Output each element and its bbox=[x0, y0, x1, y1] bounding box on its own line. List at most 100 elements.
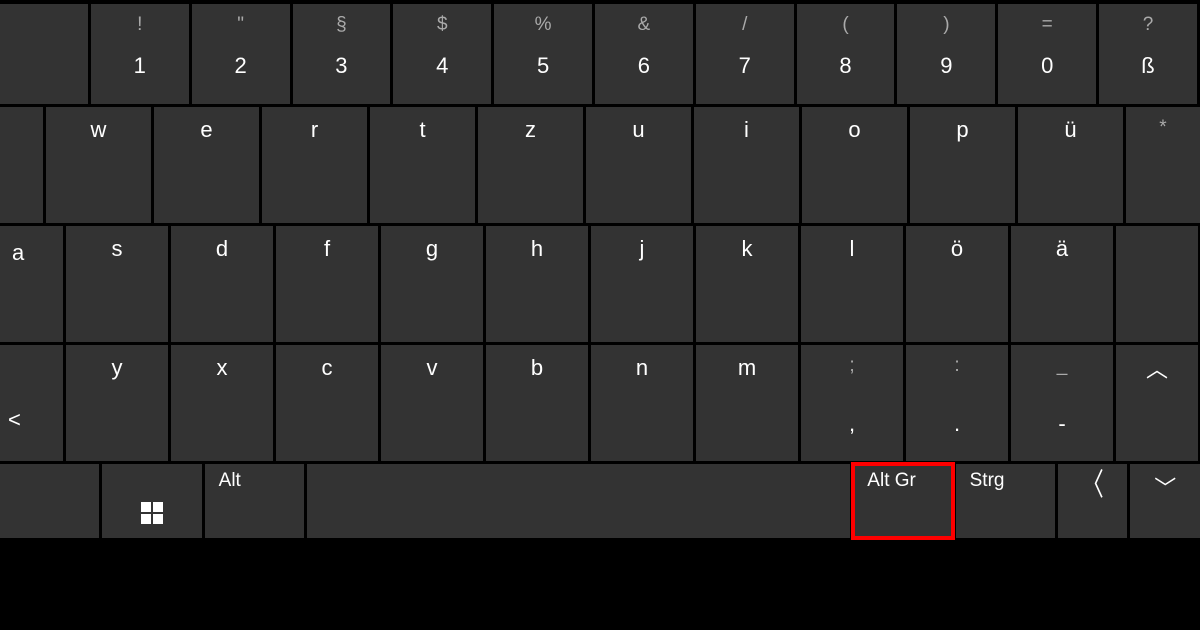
key-label: ü bbox=[1064, 117, 1076, 143]
key-label: 1 bbox=[134, 53, 146, 79]
key-arrow-down[interactable]: ﹀ bbox=[1130, 464, 1200, 538]
key-m[interactable]: m bbox=[696, 345, 798, 461]
key-label: ß bbox=[1141, 53, 1154, 79]
key-hash-partial[interactable] bbox=[1116, 226, 1198, 342]
chevron-up-icon: ︿ bbox=[1146, 359, 1168, 381]
key-o-umlaut[interactable]: ö bbox=[906, 226, 1008, 342]
key-minus[interactable]: _- bbox=[1011, 345, 1113, 461]
key-6[interactable]: &6 bbox=[595, 4, 693, 104]
key-label: < bbox=[8, 407, 21, 433]
key-plus-star[interactable]: * bbox=[1126, 107, 1200, 223]
key-windows[interactable] bbox=[102, 464, 201, 538]
key-shift-label: % bbox=[535, 14, 552, 36]
key-label: ä bbox=[1056, 236, 1068, 262]
keyboard-row-4: < yxcvbnm;,:._-︿ bbox=[0, 345, 1200, 461]
key-5[interactable]: %5 bbox=[494, 4, 592, 104]
keyboard-row-3: a s d f g hjk l ö ä bbox=[0, 226, 1200, 342]
key-label: x bbox=[217, 355, 228, 381]
chevron-down-icon: ﹀ bbox=[1154, 478, 1176, 500]
key-strg[interactable]: Strg bbox=[956, 464, 1055, 538]
key-label: i bbox=[744, 117, 749, 143]
key-0[interactable]: =0 bbox=[998, 4, 1096, 104]
key-label: t bbox=[419, 117, 425, 143]
key-label: ö bbox=[951, 236, 963, 262]
key-7[interactable]: /7 bbox=[696, 4, 794, 104]
key-label: Alt Gr bbox=[867, 470, 916, 492]
key-label: b bbox=[531, 355, 543, 381]
key-o[interactable]: o bbox=[802, 107, 907, 223]
key-shift-label: _ bbox=[1057, 355, 1068, 377]
key-1[interactable]: !1 bbox=[91, 4, 189, 104]
key-s[interactable]: s bbox=[66, 226, 168, 342]
key-label: - bbox=[1058, 411, 1065, 437]
key-w[interactable]: w bbox=[46, 107, 151, 223]
key-u-umlaut[interactable]: ü bbox=[1018, 107, 1123, 223]
windows-logo-icon bbox=[141, 502, 163, 524]
key-shift-label: * bbox=[1159, 117, 1166, 139]
key-x[interactable]: x bbox=[171, 345, 273, 461]
key-label: r bbox=[311, 117, 318, 143]
key-partial-left[interactable] bbox=[0, 4, 88, 104]
key-a-umlaut[interactable]: ä bbox=[1011, 226, 1113, 342]
key-i[interactable]: i bbox=[694, 107, 799, 223]
key-eszett[interactable]: ?ß bbox=[1099, 4, 1197, 104]
chevron-left-icon: 〈 bbox=[1082, 470, 1104, 501]
key-n[interactable]: n bbox=[591, 345, 693, 461]
key-label: , bbox=[849, 411, 855, 437]
key-e[interactable]: e bbox=[154, 107, 259, 223]
key-space[interactable] bbox=[307, 464, 850, 538]
key-8[interactable]: (8 bbox=[797, 4, 895, 104]
key-shift-label: : bbox=[954, 355, 959, 377]
key-k[interactable]: k bbox=[696, 226, 798, 342]
key-label: 7 bbox=[739, 53, 751, 79]
key-arrow-left[interactable]: 〈 bbox=[1058, 464, 1128, 538]
key-comma[interactable]: ;, bbox=[801, 345, 903, 461]
key-ctrl-left-partial[interactable] bbox=[0, 464, 99, 538]
key-shift-label: = bbox=[1042, 14, 1053, 36]
key-f[interactable]: f bbox=[276, 226, 378, 342]
key-label: m bbox=[738, 355, 756, 381]
key-lessthan[interactable]: < bbox=[0, 345, 63, 461]
key-u[interactable]: u bbox=[586, 107, 691, 223]
key-r[interactable]: r bbox=[262, 107, 367, 223]
key-q-partial[interactable] bbox=[0, 107, 43, 223]
key-shift-label: § bbox=[336, 14, 347, 36]
key-4[interactable]: $4 bbox=[393, 4, 491, 104]
key-label: 6 bbox=[638, 53, 650, 79]
key-label: . bbox=[954, 411, 960, 437]
key-h[interactable]: h bbox=[486, 226, 588, 342]
key-j[interactable]: j bbox=[591, 226, 693, 342]
key-b[interactable]: b bbox=[486, 345, 588, 461]
key-arrow-up[interactable]: ︿ bbox=[1116, 345, 1198, 461]
key-d[interactable]: d bbox=[171, 226, 273, 342]
key-period[interactable]: :. bbox=[906, 345, 1008, 461]
key-label: z bbox=[525, 117, 536, 143]
key-label: g bbox=[426, 236, 438, 262]
key-3[interactable]: §3 bbox=[293, 4, 391, 104]
key-t[interactable]: t bbox=[370, 107, 475, 223]
key-label: Alt bbox=[219, 470, 241, 492]
key-label: l bbox=[850, 236, 855, 262]
key-label: u bbox=[632, 117, 644, 143]
key-label: p bbox=[956, 117, 968, 143]
key-l[interactable]: l bbox=[801, 226, 903, 342]
key-z[interactable]: z bbox=[478, 107, 583, 223]
key-2[interactable]: "2 bbox=[192, 4, 290, 104]
key-y[interactable]: y bbox=[66, 345, 168, 461]
key-v[interactable]: v bbox=[381, 345, 483, 461]
key-shift-label: / bbox=[742, 14, 747, 36]
key-g[interactable]: g bbox=[381, 226, 483, 342]
key-shift-label: ( bbox=[842, 14, 848, 36]
key-label: d bbox=[216, 236, 228, 262]
key-label: 2 bbox=[234, 53, 246, 79]
key-alt[interactable]: Alt bbox=[205, 464, 304, 538]
key-alt-gr[interactable]: Alt Gr bbox=[853, 464, 952, 538]
keyboard-row-2: we r t z u i o p ü * bbox=[0, 107, 1200, 223]
key-label: 9 bbox=[940, 53, 952, 79]
key-9[interactable]: )9 bbox=[897, 4, 995, 104]
key-a[interactable]: a bbox=[0, 226, 63, 342]
key-p[interactable]: p bbox=[910, 107, 1015, 223]
key-label: a bbox=[12, 240, 24, 266]
key-shift-label: ? bbox=[1143, 14, 1154, 36]
key-c[interactable]: c bbox=[276, 345, 378, 461]
